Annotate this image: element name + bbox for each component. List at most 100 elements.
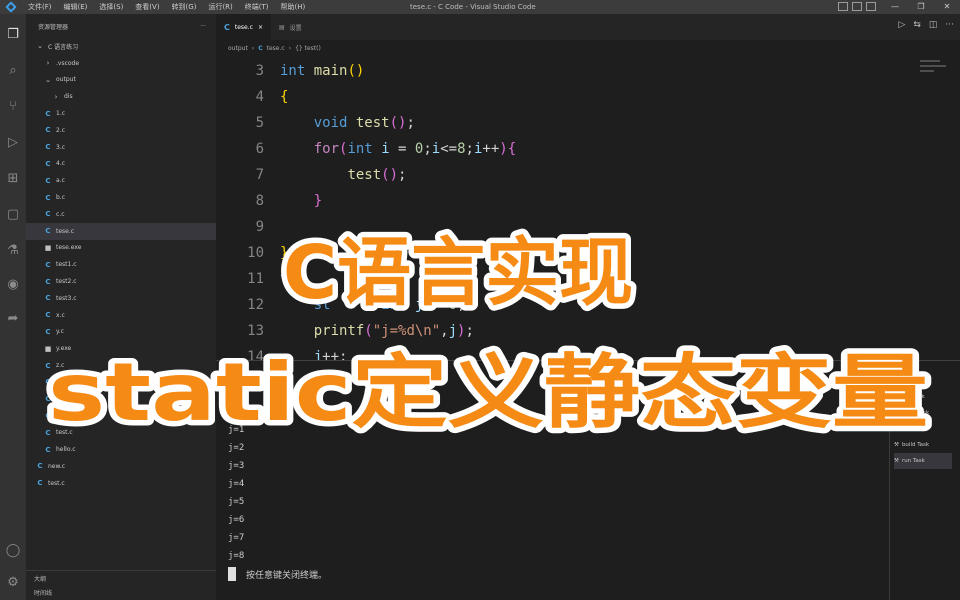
file-tree-item[interactable]: Ctest.c [26, 475, 216, 492]
menu-item[interactable]: 运行(R) [202, 2, 238, 12]
maximize-button[interactable]: ❐ [908, 0, 934, 14]
test-icon[interactable]: ⚗ [0, 238, 26, 262]
toggle-secondary-sidebar-icon[interactable] [866, 2, 876, 11]
tab-settings[interactable]: ▤ 设置 [271, 14, 310, 40]
file-tree-item[interactable]: C 3.c [26, 139, 216, 156]
file-tree-item[interactable]: Ca.c [26, 172, 216, 189]
file-tree-item[interactable]: Cy.c [26, 324, 216, 341]
terminal-list-label: build Task [901, 442, 930, 448]
file-tree-item[interactable]: ■ tese.exe [26, 240, 216, 257]
panel-divider [889, 361, 890, 600]
toggle-sidebar-icon[interactable] [838, 2, 848, 11]
file-tree-item[interactable]: Cb.c [26, 189, 216, 206]
c-file-icon: C [45, 428, 51, 437]
line-number: 4 [255, 89, 264, 105]
tools-icon: ⚒ [894, 442, 899, 448]
settings-icon[interactable]: ⚙ [0, 570, 26, 594]
code-line[interactable]: 9 [216, 214, 280, 240]
code-line[interactable]: 12 st int j = 0; [216, 292, 465, 318]
terminal-list-item[interactable]: ⚒ run Task [894, 421, 952, 437]
compare-icon[interactable]: ⇆ [913, 20, 921, 30]
file-tree-item[interactable]: Cc.c [26, 206, 216, 223]
share-icon[interactable]: ➦ [0, 306, 26, 330]
run-debug-icon[interactable]: ▷ [0, 130, 26, 154]
file-tree-item[interactable]: Ctest1.c [26, 256, 216, 273]
file-tree-item[interactable]: Ctest3.c [26, 290, 216, 307]
extensions-icon[interactable]: ⊞ [0, 166, 26, 190]
terminal-list-item[interactable]: ⚒ run Task [894, 453, 952, 469]
line-number: 6 [255, 141, 264, 157]
file-tree-item[interactable]: Cv.c [26, 391, 216, 408]
terminal-list-item[interactable]: ⚒ run Task [894, 389, 952, 405]
file-tree-item[interactable]: Cx.c [26, 307, 216, 324]
file-tree-item[interactable]: Ctest2.c [26, 273, 216, 290]
breadcrumb-symbol[interactable]: {} test() [295, 45, 321, 52]
file-tree-label: c.c [56, 210, 65, 218]
file-tree-item[interactable]: ■ y.exe [26, 340, 216, 357]
code-line[interactable]: 3 int main() [216, 58, 365, 84]
breadcrumb-file[interactable]: tese.c [267, 45, 285, 52]
search-icon[interactable]: ⌕ [0, 58, 26, 82]
terminal-list-item[interactable]: ⚒ build Task [894, 405, 952, 421]
file-tree-item[interactable]: Ctest.c [26, 424, 216, 441]
menu-item[interactable]: 查看(V) [129, 2, 165, 12]
menu-item[interactable]: 终端(T) [239, 2, 275, 12]
file-tree-label: x.c [56, 311, 65, 319]
file-tree-item[interactable]: ⌄ output [26, 72, 216, 89]
code-token: ; [465, 141, 474, 157]
code-line[interactable]: 4{ [216, 84, 289, 110]
more-actions-icon[interactable]: ··· [945, 20, 954, 30]
source-control-icon[interactable]: ⑂ [0, 94, 26, 118]
tab-tese-c[interactable]: C tese.c × [216, 14, 271, 40]
file-tree-item[interactable]: Ctese.c [26, 222, 216, 240]
file-tree-item[interactable]: Cnew.c [26, 458, 216, 475]
code-line[interactable]: 5 void test(); [216, 110, 415, 136]
docker-icon[interactable]: ◉ [0, 272, 26, 296]
code-token: test [347, 167, 382, 183]
breadcrumb-folder[interactable]: output [228, 45, 248, 52]
file-tree-item[interactable]: C 4.c [26, 156, 216, 173]
code-line[interactable]: 10} [216, 240, 288, 266]
menu-item[interactable]: 选择(S) [93, 2, 129, 12]
code-line[interactable]: 7 test(); [216, 162, 407, 188]
tools-icon: ⚒ [894, 426, 899, 432]
split-editor-icon[interactable]: ◫ [929, 20, 938, 30]
account-icon[interactable]: ◯ [0, 538, 26, 562]
code-token: j [448, 323, 458, 339]
file-tree-item[interactable]: Cw.c [26, 374, 216, 391]
code-line[interactable]: 11 vo [216, 266, 297, 292]
file-tree-item[interactable]: Chello.c [26, 441, 216, 458]
menu-item[interactable]: 转到(G) [166, 2, 203, 12]
terminal-cursor [228, 567, 236, 581]
line-number: 3 [255, 63, 264, 79]
files-icon[interactable]: ❐ [0, 22, 26, 46]
minimize-button[interactable]: — [882, 0, 908, 14]
menu-item[interactable]: 文件(F) [22, 2, 58, 12]
timeline-section[interactable]: 时间线 [26, 585, 216, 599]
file-tree-item[interactable]: Cu.c [26, 408, 216, 425]
close-window-button[interactable]: ✕ [934, 0, 960, 14]
file-tree-item[interactable]: C 1.c [26, 105, 216, 122]
terminal-list-item[interactable]: ⚒ build Task [894, 437, 952, 453]
file-tree-item[interactable]: › dis [26, 88, 216, 105]
code-line[interactable]: 13 printf("j=%d\n",j); [216, 318, 474, 344]
remote-icon[interactable]: ▢ [0, 202, 26, 226]
menu-item[interactable]: 帮助(H) [275, 2, 312, 12]
close-tab-icon[interactable]: × [258, 24, 263, 31]
outline-section[interactable]: 大纲 [26, 571, 216, 585]
file-tree-item[interactable]: Cz.c [26, 357, 216, 374]
minimap[interactable] [920, 60, 946, 80]
terminal-prompt[interactable]: 按任意键关闭终端。 [228, 567, 327, 581]
menu-item[interactable]: 编辑(E) [58, 2, 94, 12]
code-line[interactable]: 6 for(int i = 0;i<=8;i++){ [216, 136, 517, 162]
file-tree-item[interactable]: › .vscode [26, 55, 216, 72]
explorer-more-button[interactable]: ··· [200, 23, 206, 30]
code-token: ( [364, 323, 373, 339]
file-tree-item[interactable]: C 2.c [26, 122, 216, 139]
code-line[interactable]: 8 } [216, 188, 323, 214]
toggle-panel-icon[interactable] [852, 2, 862, 11]
run-code-icon[interactable]: ▷ [898, 20, 905, 30]
code-editor[interactable]: 3 int main() 4{5 void test(); 6 for(int i =… [216, 58, 960, 365]
file-tree-item[interactable]: ⌄ C 语言练习 [26, 38, 216, 55]
